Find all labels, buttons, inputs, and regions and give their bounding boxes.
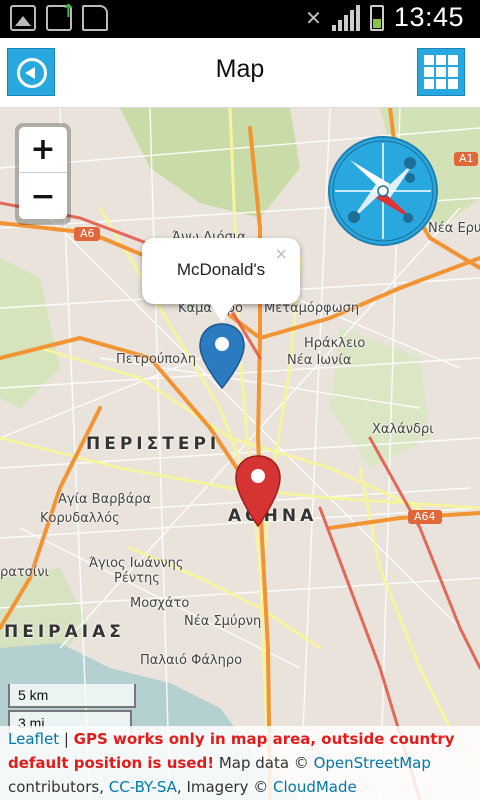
battery-icon [369,4,384,31]
red-location-pin-icon[interactable] [234,454,282,528]
road-label-a64: A64 [414,510,436,523]
attribution-separator: | [59,730,74,748]
zoom-out-button[interactable]: − [19,173,67,219]
place-label-nea-smyrni: Νέα Σμύρνη [184,614,262,629]
map-attribution: Leaflet | GPS works only in map area, ou… [0,726,480,800]
compass-icon[interactable] [328,136,438,246]
zoom-in-button[interactable]: + [19,127,67,173]
place-label-keratsini: ρατσίνι [0,565,49,580]
grid-menu-button[interactable] [417,48,465,96]
signal-icon [331,4,360,31]
place-label-palaio-faliro: Παλαιό Φάληρο [140,653,243,668]
map-data-text: Map data © [214,754,314,772]
status-bar: ✕ 13:45 [0,0,480,38]
app-bar: Map [0,38,480,108]
openstreetmap-link[interactable]: OpenStreetMap [314,754,431,772]
marker-popup: × McDonald's [142,238,300,322]
clock: 13:45 [393,2,464,32]
imagery-text: , Imagery © [176,778,274,796]
road-label-a6: A6 [80,227,95,240]
road-label-a1: A1 [459,152,474,165]
sd-card-icon [82,5,108,31]
page-title: Map [215,55,265,83]
place-label-agia-varvara: Αγία Βαρβάρα [58,492,152,507]
place-label-peiraias: ΠΕΙΡΑΙΑΣ [4,622,125,642]
place-label-korydallos: Κορυδαλλός [40,511,120,526]
leaflet-link[interactable]: Leaflet [8,730,59,748]
map-view[interactable]: A6 A1 A64 Άνω Λιόσια Νέα Ερυθρ Καματερό … [0,108,480,800]
contributors-text: contributors, [8,778,109,796]
place-label-rentis: Ρέντης [114,571,160,586]
popup-title: McDonald's [176,260,266,279]
vibrate-icon: ✕ [305,5,322,30]
place-label-petroupoli: Πετρούπολη [116,352,197,367]
place-label-nea-ionia: Νέα Ιωνία [287,353,352,368]
cloudmade-link[interactable]: CloudMade [273,778,357,796]
gallery-notification-icon [10,5,36,31]
scale-km: 5 km [8,684,136,708]
place-label-peristeri: ΠΕΡΙΣΤΕΡΙ [86,434,221,454]
place-label-moschato: Μοσχάτο [130,596,190,611]
blue-location-pin-icon[interactable] [198,322,246,390]
place-label-irakleio: Ηράκλειο [304,336,366,351]
place-label-chalandri: Χαλάνδρι [372,422,434,437]
place-label-agios-ioannis: Άγιος Ιωάννης [89,556,184,571]
license-link[interactable]: CC-BY-SA [109,778,177,796]
zoom-control: + − [15,123,71,225]
upload-notification-icon [46,1,76,31]
